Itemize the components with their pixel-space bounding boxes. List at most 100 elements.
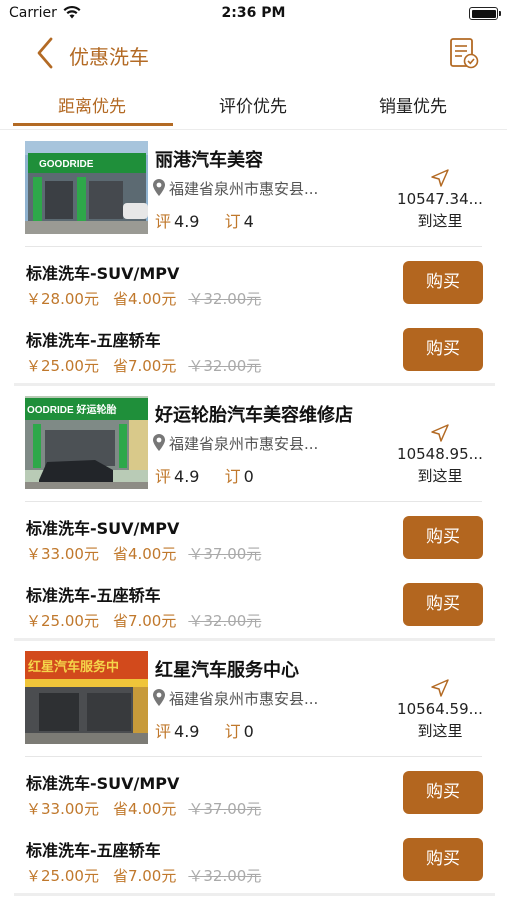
shop-header[interactable]: GOODRIDE 丽港汽车美容 福建省泉州市惠安县... 评 4.9 订4 10… — [0, 130, 507, 242]
rating-label: 评 — [155, 722, 172, 741]
tab-sales[interactable]: 销量优先 — [333, 92, 493, 117]
distance-value: 10548.95... — [397, 445, 483, 463]
savings: 省4.00元 — [112, 290, 177, 308]
original-price: ￥37.00元 — [188, 545, 262, 563]
orders-value: 0 — [243, 467, 254, 486]
sort-tabs: 距离优先 评价优先 销量优先 — [0, 80, 507, 130]
package-name: 标准洗车-五座轿车 — [26, 841, 161, 860]
sale-price: ￥25.00元 — [26, 357, 99, 375]
page-title: 优惠洗车 — [69, 45, 149, 69]
package-row: 标准洗车-五座轿车 ￥25.00元 省7.00元 ￥32.00元 购买 — [0, 318, 507, 384]
price-row: ￥33.00元 省4.00元 ￥37.00元 — [26, 543, 261, 564]
buy-button[interactable]: 购买 — [403, 261, 483, 304]
package-name: 标准洗车-SUV/MPV — [26, 519, 180, 538]
location-pin-icon — [153, 689, 165, 706]
tab-distance[interactable]: 距离优先 — [12, 92, 172, 117]
sale-price: ￥28.00元 — [26, 290, 99, 308]
distance-value: 10547.34... — [397, 190, 483, 208]
original-price: ￥32.00元 — [188, 867, 262, 885]
orders-value: 0 — [243, 722, 254, 741]
shop-card[interactable]: GOODRIDE 丽港汽车美容 福建省泉州市惠安县... 评 4.9 订4 10… — [0, 130, 507, 385]
buy-button[interactable]: 购买 — [403, 328, 483, 371]
rating-value: 4.9 — [174, 467, 200, 486]
shop-header[interactable]: OODRIDE 好运轮胎 好运轮胎汽车美容维修店 福建省泉州市惠安县... 评4… — [0, 385, 507, 497]
price-row: ￥25.00元 省7.00元 ￥32.00元 — [26, 610, 261, 631]
shop-header[interactable]: 红星汽车服务中 红星汽车服务中心 福建省泉州市惠安县... 评 4.9 订0 1… — [0, 640, 507, 752]
shop-address: 福建省泉州市惠安县... — [169, 435, 319, 453]
price-row: ￥25.00元 省7.00元 ￥32.00元 — [26, 355, 261, 376]
navigate-arrow-icon[interactable] — [430, 423, 450, 443]
sale-price: ￥25.00元 — [26, 612, 99, 630]
shop-address: 福建省泉州市惠安县... — [169, 180, 319, 198]
savings: 省7.00元 — [112, 357, 177, 375]
savings: 省4.00元 — [112, 545, 177, 563]
price-row: ￥25.00元 省7.00元 ￥32.00元 — [26, 865, 261, 886]
sale-price: ￥33.00元 — [26, 545, 99, 563]
distance-value: 10564.59... — [397, 700, 483, 718]
shop-name[interactable]: 好运轮胎汽车美容维修店 — [155, 401, 353, 427]
sale-price: ￥25.00元 — [26, 867, 99, 885]
original-price: ￥32.00元 — [188, 290, 262, 308]
buy-button[interactable]: 购买 — [403, 583, 483, 626]
divider — [25, 756, 482, 757]
orders-label: 订 — [224, 467, 241, 486]
package-row: 标准洗车-SUV/MPV ￥33.00元 省4.00元 ￥37.00元 购买 — [0, 506, 507, 572]
active-tab-indicator — [13, 123, 173, 126]
original-price: ￥32.00元 — [188, 357, 262, 375]
rating-label: 评 — [155, 467, 172, 486]
shop-card[interactable]: 红星汽车服务中 红星汽车服务中心 福建省泉州市惠安县... 评 4.9 订0 1… — [0, 640, 507, 895]
tab-rating[interactable]: 评价优先 — [173, 92, 333, 117]
rating-value: 4.9 — [174, 722, 200, 741]
rating-label: 评 — [155, 212, 172, 231]
chevron-left-icon[interactable] — [34, 36, 56, 70]
shop-separator — [14, 893, 495, 896]
shop-address: 福建省泉州市惠安县... — [169, 690, 319, 708]
divider — [25, 246, 482, 247]
go-here-link[interactable]: 到这里 — [380, 465, 500, 486]
rating-row: 评 4.9 订4 — [155, 208, 254, 232]
status-bar: Carrier 2:36 PM — [0, 0, 507, 28]
package-row: 标准洗车-SUV/MPV ￥28.00元 省4.00元 ￥32.00元 购买 — [0, 251, 507, 317]
orders-label: 订 — [224, 212, 241, 231]
savings: 省4.00元 — [112, 800, 177, 818]
shop-card[interactable]: OODRIDE 好运轮胎 好运轮胎汽车美容维修店 福建省泉州市惠安县... 评4… — [0, 385, 507, 640]
bill-check-icon[interactable] — [448, 36, 480, 70]
buy-button[interactable]: 购买 — [403, 771, 483, 814]
original-price: ￥37.00元 — [188, 800, 262, 818]
shop-sign-text: 红星汽车服务中 — [28, 659, 119, 674]
location-pin-icon — [153, 179, 165, 196]
shop-sign-text: OODRIDE 好运轮胎 — [27, 403, 116, 416]
sale-price: ￥33.00元 — [26, 800, 99, 818]
orders-label: 订 — [224, 722, 241, 741]
package-row: 标准洗车-SUV/MPV ￥33.00元 省4.00元 ￥37.00元 购买 — [0, 761, 507, 827]
rating-row: 评 4.9 订0 — [155, 718, 254, 742]
clock: 2:36 PM — [221, 5, 286, 21]
buy-button[interactable]: 购买 — [403, 516, 483, 559]
shop-name[interactable]: 丽港汽车美容 — [155, 146, 263, 172]
shop-photo: GOODRIDE — [25, 141, 148, 234]
package-name: 标准洗车-SUV/MPV — [26, 774, 180, 793]
rating-row: 评 4.9 订0 — [155, 463, 254, 487]
nav-bar: 优惠洗车 — [0, 28, 507, 80]
price-row: ￥33.00元 省4.00元 ￥37.00元 — [26, 798, 261, 819]
savings: 省7.00元 — [112, 612, 177, 630]
go-here-link[interactable]: 到这里 — [380, 720, 500, 741]
shop-photo: OODRIDE 好运轮胎 — [25, 396, 148, 489]
go-here-link[interactable]: 到这里 — [380, 210, 500, 231]
navigate-arrow-icon[interactable] — [430, 168, 450, 188]
price-row: ￥28.00元 省4.00元 ￥32.00元 — [26, 288, 261, 309]
shop-sign-text: GOODRIDE — [39, 159, 94, 170]
shop-name[interactable]: 红星汽车服务中心 — [155, 656, 299, 682]
savings: 省7.00元 — [112, 867, 177, 885]
orders-value: 4 — [243, 212, 254, 231]
original-price: ￥32.00元 — [188, 612, 262, 630]
package-name: 标准洗车-五座轿车 — [26, 586, 161, 605]
navigate-arrow-icon[interactable] — [430, 678, 450, 698]
battery-icon — [469, 7, 501, 20]
shop-photo: 红星汽车服务中 — [25, 651, 148, 744]
divider — [25, 501, 482, 502]
package-name: 标准洗车-SUV/MPV — [26, 264, 180, 283]
package-row: 标准洗车-五座轿车 ￥25.00元 省7.00元 ￥32.00元 购买 — [0, 828, 507, 894]
buy-button[interactable]: 购买 — [403, 838, 483, 881]
package-name: 标准洗车-五座轿车 — [26, 331, 161, 350]
